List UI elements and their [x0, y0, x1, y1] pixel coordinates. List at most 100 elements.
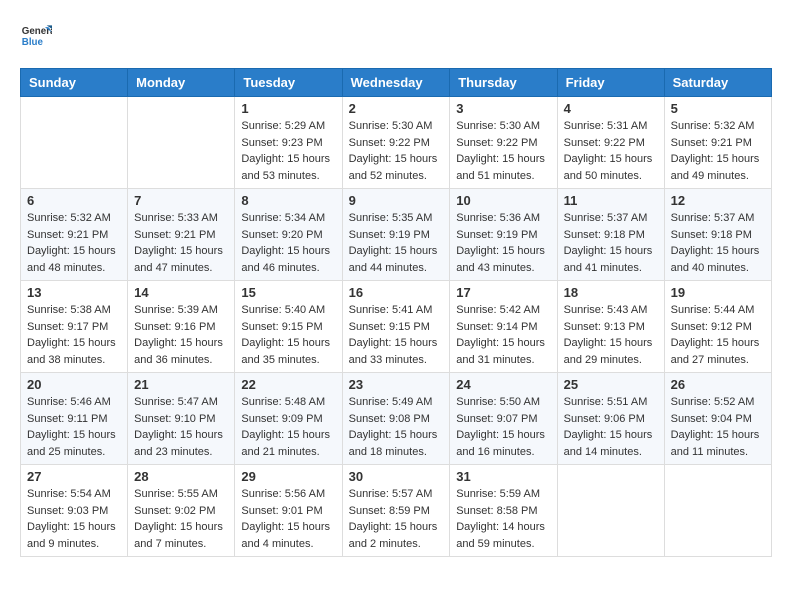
logo: General Blue — [20, 20, 56, 52]
day-number: 29 — [241, 469, 335, 484]
day-info: Sunrise: 5:31 AMSunset: 9:22 PMDaylight:… — [564, 118, 658, 184]
calendar-cell: 12 Sunrise: 5:37 AMSunset: 9:18 PMDayligh… — [664, 189, 771, 281]
day-number: 26 — [671, 377, 765, 392]
day-number: 17 — [456, 285, 550, 300]
weekday-header-thursday: Thursday — [450, 69, 557, 97]
day-info: Sunrise: 5:41 AMSunset: 9:15 PMDaylight:… — [349, 302, 444, 368]
day-info: Sunrise: 5:56 AMSunset: 9:01 PMDaylight:… — [241, 486, 335, 552]
weekday-header-saturday: Saturday — [664, 69, 771, 97]
calendar-week-row: 13 Sunrise: 5:38 AMSunset: 9:17 PMDayligh… — [21, 281, 772, 373]
day-number: 13 — [27, 285, 121, 300]
day-number: 4 — [564, 101, 658, 116]
day-info: Sunrise: 5:30 AMSunset: 9:22 PMDaylight:… — [456, 118, 550, 184]
day-number: 2 — [349, 101, 444, 116]
day-info: Sunrise: 5:42 AMSunset: 9:14 PMDaylight:… — [456, 302, 550, 368]
day-info: Sunrise: 5:29 AMSunset: 9:23 PMDaylight:… — [241, 118, 335, 184]
day-info: Sunrise: 5:46 AMSunset: 9:11 PMDaylight:… — [27, 394, 121, 460]
calendar-cell: 19 Sunrise: 5:44 AMSunset: 9:12 PMDayligh… — [664, 281, 771, 373]
logo-icon: General Blue — [20, 20, 52, 52]
calendar-cell: 6 Sunrise: 5:32 AMSunset: 9:21 PMDaylight… — [21, 189, 128, 281]
day-info: Sunrise: 5:51 AMSunset: 9:06 PMDaylight:… — [564, 394, 658, 460]
calendar-cell: 15Sunrise: 5:40 AMSunset: 9:15 PMDayligh… — [235, 281, 342, 373]
calendar-cell: 16 Sunrise: 5:41 AMSunset: 9:15 PMDayligh… — [342, 281, 450, 373]
day-number: 1 — [241, 101, 335, 116]
day-info: Sunrise: 5:32 AMSunset: 9:21 PMDaylight:… — [27, 210, 121, 276]
calendar-cell: 24 Sunrise: 5:50 AMSunset: 9:07 PMDayligh… — [450, 373, 557, 465]
calendar-week-row: 20 Sunrise: 5:46 AMSunset: 9:11 PMDayligh… — [21, 373, 772, 465]
day-number: 8 — [241, 193, 335, 208]
day-number: 30 — [349, 469, 444, 484]
day-info: Sunrise: 5:49 AMSunset: 9:08 PMDaylight:… — [349, 394, 444, 460]
day-number: 22 — [241, 377, 335, 392]
calendar-cell — [21, 97, 128, 189]
day-info: Sunrise: 5:39 AMSunset: 9:16 PMDaylight:… — [134, 302, 228, 368]
calendar-cell: 1 Sunrise: 5:29 AMSunset: 9:23 PMDaylight… — [235, 97, 342, 189]
day-number: 6 — [27, 193, 121, 208]
calendar-cell: 11 Sunrise: 5:37 AMSunset: 9:18 PMDayligh… — [557, 189, 664, 281]
day-info: Sunrise: 5:57 AMSunset: 8:59 PMDaylight:… — [349, 486, 444, 552]
day-info: Sunrise: 5:36 AMSunset: 9:19 PMDaylight:… — [456, 210, 550, 276]
calendar-cell: 22Sunrise: 5:48 AMSunset: 9:09 PMDayligh… — [235, 373, 342, 465]
calendar-cell: 30 Sunrise: 5:57 AMSunset: 8:59 PMDayligh… — [342, 465, 450, 557]
calendar-cell: 23Sunrise: 5:49 AMSunset: 9:08 PMDayligh… — [342, 373, 450, 465]
day-info: Sunrise: 5:55 AMSunset: 9:02 PMDaylight:… — [134, 486, 228, 552]
day-info: Sunrise: 5:35 AMSunset: 9:19 PMDaylight:… — [349, 210, 444, 276]
calendar-header-row: SundayMondayTuesdayWednesdayThursdayFrid… — [21, 69, 772, 97]
day-info: Sunrise: 5:50 AMSunset: 9:07 PMDaylight:… — [456, 394, 550, 460]
day-number: 11 — [564, 193, 658, 208]
day-info: Sunrise: 5:30 AMSunset: 9:22 PMDaylight:… — [349, 118, 444, 184]
weekday-header-tuesday: Tuesday — [235, 69, 342, 97]
calendar-cell: 13 Sunrise: 5:38 AMSunset: 9:17 PMDayligh… — [21, 281, 128, 373]
day-number: 24 — [456, 377, 550, 392]
calendar-cell: 5Sunrise: 5:32 AMSunset: 9:21 PMDaylight… — [664, 97, 771, 189]
calendar-week-row: 6 Sunrise: 5:32 AMSunset: 9:21 PMDaylight… — [21, 189, 772, 281]
calendar-cell: 2 Sunrise: 5:30 AMSunset: 9:22 PMDaylight… — [342, 97, 450, 189]
calendar-cell: 27Sunrise: 5:54 AMSunset: 9:03 PMDayligh… — [21, 465, 128, 557]
day-number: 20 — [27, 377, 121, 392]
day-number: 12 — [671, 193, 765, 208]
calendar-cell — [128, 97, 235, 189]
day-info: Sunrise: 5:40 AMSunset: 9:15 PMDaylight:… — [241, 302, 335, 368]
day-info: Sunrise: 5:38 AMSunset: 9:17 PMDaylight:… — [27, 302, 121, 368]
calendar-cell: 31 Sunrise: 5:59 AMSunset: 8:58 PMDayligh… — [450, 465, 557, 557]
day-info: Sunrise: 5:33 AMSunset: 9:21 PMDaylight:… — [134, 210, 228, 276]
day-info: Sunrise: 5:37 AMSunset: 9:18 PMDaylight:… — [671, 210, 765, 276]
day-number: 18 — [564, 285, 658, 300]
day-info: Sunrise: 5:37 AMSunset: 9:18 PMDaylight:… — [564, 210, 658, 276]
day-number: 9 — [349, 193, 444, 208]
calendar-cell: 9 Sunrise: 5:35 AMSunset: 9:19 PMDaylight… — [342, 189, 450, 281]
calendar-cell: 10Sunrise: 5:36 AMSunset: 9:19 PMDayligh… — [450, 189, 557, 281]
weekday-header-sunday: Sunday — [21, 69, 128, 97]
calendar-cell: 14 Sunrise: 5:39 AMSunset: 9:16 PMDayligh… — [128, 281, 235, 373]
day-number: 3 — [456, 101, 550, 116]
calendar-cell: 4 Sunrise: 5:31 AMSunset: 9:22 PMDaylight… — [557, 97, 664, 189]
weekday-header-friday: Friday — [557, 69, 664, 97]
calendar-cell: 20 Sunrise: 5:46 AMSunset: 9:11 PMDayligh… — [21, 373, 128, 465]
day-number: 14 — [134, 285, 228, 300]
day-info: Sunrise: 5:54 AMSunset: 9:03 PMDaylight:… — [27, 486, 121, 552]
calendar-cell: 17 Sunrise: 5:42 AMSunset: 9:14 PMDayligh… — [450, 281, 557, 373]
day-number: 28 — [134, 469, 228, 484]
calendar-cell — [664, 465, 771, 557]
day-number: 16 — [349, 285, 444, 300]
calendar-week-row: 1 Sunrise: 5:29 AMSunset: 9:23 PMDaylight… — [21, 97, 772, 189]
day-info: Sunrise: 5:44 AMSunset: 9:12 PMDaylight:… — [671, 302, 765, 368]
day-number: 19 — [671, 285, 765, 300]
weekday-header-wednesday: Wednesday — [342, 69, 450, 97]
calendar-cell: 7Sunrise: 5:33 AMSunset: 9:21 PMDaylight… — [128, 189, 235, 281]
calendar-cell: 8Sunrise: 5:34 AMSunset: 9:20 PMDaylight… — [235, 189, 342, 281]
day-number: 25 — [564, 377, 658, 392]
day-number: 31 — [456, 469, 550, 484]
calendar-cell: 26Sunrise: 5:52 AMSunset: 9:04 PMDayligh… — [664, 373, 771, 465]
calendar-cell: 29 Sunrise: 5:56 AMSunset: 9:01 PMDayligh… — [235, 465, 342, 557]
day-info: Sunrise: 5:59 AMSunset: 8:58 PMDaylight:… — [456, 486, 550, 552]
calendar-cell: 25 Sunrise: 5:51 AMSunset: 9:06 PMDayligh… — [557, 373, 664, 465]
calendar-week-row: 27Sunrise: 5:54 AMSunset: 9:03 PMDayligh… — [21, 465, 772, 557]
day-info: Sunrise: 5:43 AMSunset: 9:13 PMDaylight:… — [564, 302, 658, 368]
day-info: Sunrise: 5:47 AMSunset: 9:10 PMDaylight:… — [134, 394, 228, 460]
day-number: 5 — [671, 101, 765, 116]
day-number: 21 — [134, 377, 228, 392]
calendar-cell: 18 Sunrise: 5:43 AMSunset: 9:13 PMDayligh… — [557, 281, 664, 373]
page-header: General Blue — [20, 20, 772, 52]
calendar-cell: 21 Sunrise: 5:47 AMSunset: 9:10 PMDayligh… — [128, 373, 235, 465]
